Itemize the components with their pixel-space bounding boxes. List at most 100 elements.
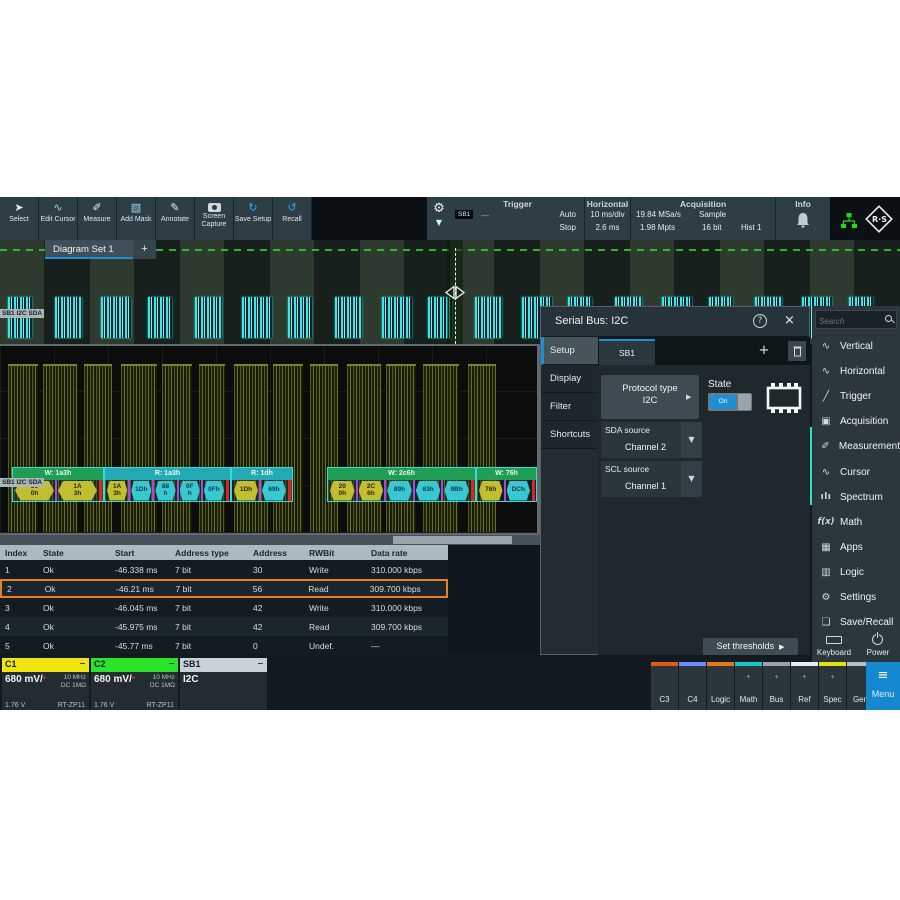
sidebar-item-math[interactable]: f(x)Math (812, 510, 900, 535)
toolbar-buttons: ➤Select∿Edit Cursor✐Measure▧Add Mask✎Ann… (0, 197, 312, 240)
tab-diagram-set-1[interactable]: Diagram Set 1 (45, 240, 133, 259)
channel-button-c4[interactable]: C4 (679, 662, 706, 710)
acquisition-status[interactable]: Acquisition 19.84 MSa/s Sample 1.98 Mpts… (631, 197, 776, 240)
channel-button-math[interactable]: +Math (735, 662, 762, 710)
chevron-down-icon: ▼ (436, 218, 442, 227)
search-input[interactable] (816, 314, 878, 329)
toolbar-button-select[interactable]: ➤Select (0, 197, 39, 240)
menu-search[interactable] (815, 310, 897, 329)
trigger-position-marker[interactable] (445, 285, 465, 300)
table-row[interactable]: 5Ok-45.77 ms7 bit0Undef.— (0, 636, 448, 655)
minimize-icon[interactable]: ‒ (258, 658, 263, 668)
sidebar-item-label: Acquisition (840, 416, 888, 427)
toolbar-button-screen-capture[interactable]: Screen Capture (195, 197, 234, 240)
signal-label-sb1-sda-zoom[interactable]: SB1 I2C SDA (0, 478, 44, 487)
chip-icon (764, 381, 804, 415)
table-cell: Undef. (304, 641, 366, 651)
channel-button-logic[interactable]: Logic (707, 662, 734, 710)
add-icon: + (819, 674, 846, 681)
sidebar-item-label: Horizontal (840, 366, 885, 377)
scrollbar-handle[interactable] (393, 536, 512, 544)
zoom-diagram[interactable]: W: 1a3h30 0h1A 3hR: 1a3h1A 3h1Dh88 h0F h… (0, 344, 540, 535)
add-diagram-tab-button[interactable]: + (133, 240, 156, 259)
sda-dropdown-arrow[interactable]: ▼ (681, 422, 702, 458)
sidebar-item-label: Math (840, 517, 862, 528)
tab-shortcuts[interactable]: Shortcuts (541, 421, 598, 449)
toolbar-button-recall[interactable]: ↺Recall (273, 197, 312, 240)
signal-label-sb1-sda[interactable]: SB1 I2C SDA (0, 309, 44, 318)
dialog-titlebar[interactable]: Serial Bus: I2C ? × (541, 307, 809, 337)
channel-button-bus[interactable]: +Bus (763, 662, 790, 710)
pencil-icon: ✎ (170, 200, 179, 215)
channel-name: C1 (5, 659, 17, 669)
sidebar-item-cursor[interactable]: ∿Cursor (812, 460, 900, 485)
toolbar-button-edit-cursor[interactable]: ∿Edit Cursor (39, 197, 78, 240)
sidebar-item-vertical[interactable]: ∿Vertical (812, 334, 900, 359)
protocol-type-button[interactable]: Protocol type I2C (601, 375, 699, 419)
channel-button-spec[interactable]: +Spec (819, 662, 846, 710)
toolbar-button-save-setup[interactable]: ↻Save Setup (234, 197, 273, 240)
horizontal-scrollbar[interactable] (0, 535, 540, 545)
tab-sb1[interactable]: SB1 (599, 339, 655, 365)
table-row[interactable]: 2Ok-46.21 ms7 bit56Read309.700 kbps (0, 579, 448, 598)
bus-frame[interactable]: W: 76h76hDCh (476, 467, 537, 502)
bus-data-cell: 69h (262, 481, 286, 501)
help-icon[interactable]: ? (753, 314, 767, 328)
power-button[interactable]: Power (856, 634, 900, 662)
bus-frame[interactable]: W: 2c6h20 0h2C 6h89h63h9Bh (327, 467, 476, 502)
add-bus-button[interactable]: + (754, 341, 774, 361)
sidebar-item-logic[interactable]: ▥Logic (812, 560, 900, 585)
trigger-icon: ╱ (812, 391, 840, 402)
table-cell: Ok (38, 641, 110, 651)
trigger-status[interactable]: Trigger SB1 — Auto Stop (451, 197, 585, 240)
scl-source-field[interactable]: SCL source Channel 1 (601, 461, 681, 497)
analog-burst (162, 364, 192, 532)
tab-display[interactable]: Display (541, 365, 598, 393)
set-thresholds-button[interactable]: Set thresholds▶ (703, 638, 798, 655)
sidebar-item-save-recall[interactable]: ❏Save/Recall (812, 610, 900, 635)
sidebar-item-trigger[interactable]: ╱Trigger (812, 384, 900, 409)
minimize-icon[interactable]: ‒ (169, 658, 174, 668)
minimize-icon[interactable]: ‒ (80, 658, 85, 668)
toolbar-button-annotate[interactable]: ✎Annotate (156, 197, 195, 240)
acquisition-mode: Sample (699, 210, 726, 219)
table-cell: 30 (248, 565, 304, 575)
sidebar-item-acquisition[interactable]: ▣Acquisition (812, 409, 900, 434)
info-status[interactable]: Info (776, 197, 830, 240)
horizontal-status[interactable]: Horizontal 10 ms/div 2.6 ms (585, 197, 631, 240)
table-row[interactable]: 4Ok-45.975 ms7 bit42Read309.700 kbps (0, 617, 448, 636)
sda-source-field[interactable]: SDA source Channel 2 (601, 422, 681, 458)
channel-button-label: Math (735, 695, 762, 704)
keyboard-button[interactable]: Keyboard (812, 634, 856, 662)
bus-data-cell: 1Dh (131, 481, 151, 501)
toolbar-settings-button[interactable]: ⚙ ▼ (427, 197, 451, 240)
channel-button-c3[interactable]: C3 (651, 662, 678, 710)
close-icon[interactable]: × (784, 313, 795, 328)
channel-button-ref[interactable]: +Ref (791, 662, 818, 710)
sidebar-item-horizontal[interactable]: ∿Horizontal (812, 359, 900, 384)
channel-widget-sb1[interactable]: SB1‒I2C (180, 658, 267, 710)
toolbar-button-add-mask[interactable]: ▧Add Mask (117, 197, 156, 240)
table-row[interactable]: 1Ok-46.338 ms7 bit30Write310.000 kbps (0, 560, 448, 579)
sidebar-item-settings[interactable]: ⚙Settings (812, 585, 900, 610)
tab-filter[interactable]: Filter (541, 393, 598, 421)
sidebar-item-measurement[interactable]: ✐Measurement (812, 434, 900, 459)
toolbar-button-measure[interactable]: ✐Measure (78, 197, 117, 240)
bus-frame-body: 1Dh69h (232, 480, 292, 501)
sidebar-item-spectrum[interactable]: ılıSpectrum (812, 485, 900, 510)
scl-dropdown-arrow[interactable]: ▼ (681, 461, 702, 497)
channel-widget-c2[interactable]: C2‒680 mV/*10 MHz DC 1MΩ1.76 VRT-ZP11 (91, 658, 178, 710)
table-row[interactable]: 3Ok-46.045 ms7 bit42Write310.000 kbps (0, 598, 448, 617)
state-toggle[interactable]: On (708, 393, 752, 411)
channel-offset: 1.76 V (94, 702, 114, 709)
dialog-body: SB1 + Protocol type I2C ▶ State On (598, 337, 810, 655)
sidebar-item-apps[interactable]: ▦Apps (812, 535, 900, 560)
channel-widget-c1[interactable]: C1‒680 mV/*10 MHz DC 1MΩ1.76 VRT-ZP11 (2, 658, 89, 710)
bus-frame[interactable]: R: 1a3h1A 3h1Dh88 h0F h0Fh (104, 467, 231, 502)
tab-setup[interactable]: Setup (541, 337, 598, 365)
menu-button[interactable]: ≡ Menu (866, 662, 900, 710)
channel-name: SB1 (183, 659, 201, 669)
bus-frame[interactable]: R: 1dh1Dh69h (231, 467, 293, 502)
delete-bus-button[interactable] (788, 341, 806, 361)
analog-burst (121, 364, 157, 532)
